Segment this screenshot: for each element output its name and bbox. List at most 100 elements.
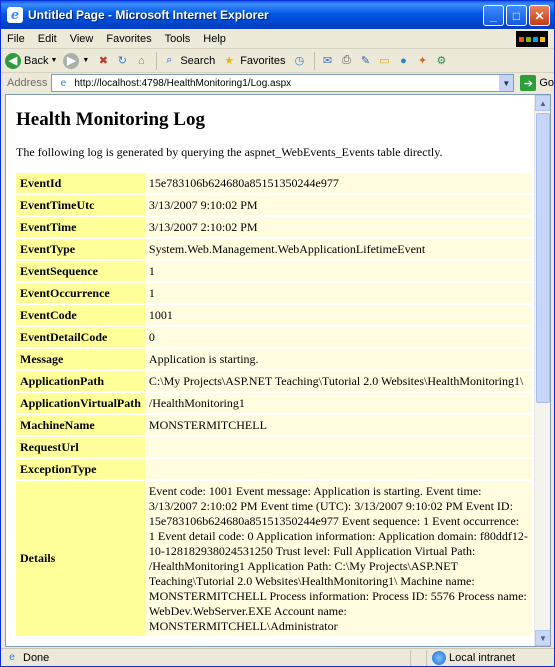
toolbar-separator <box>156 51 158 70</box>
field-value: 1 <box>144 261 532 281</box>
address-url: http://localhost:4798/HealthMonitoring1/… <box>74 77 292 89</box>
address-bar: Address e http://localhost:4798/HealthMo… <box>1 73 554 93</box>
mail-icon[interactable]: ✉ <box>319 53 335 69</box>
go-button[interactable]: ➔ Go <box>520 75 554 91</box>
page-content: Health Monitoring Log The following log … <box>6 95 535 646</box>
field-value <box>144 459 532 479</box>
status-zone: Local intranet <box>427 650 515 665</box>
search-button[interactable]: ⌕ Search <box>161 53 215 69</box>
field-value <box>144 437 532 457</box>
scroll-up-icon[interactable]: ▲ <box>535 95 550 111</box>
star-icon: ★ <box>224 55 235 67</box>
page-viewport[interactable]: Health Monitoring Log The following log … <box>5 94 551 647</box>
field-name: Message <box>16 349 145 369</box>
field-value: C:\My Projects\ASP.NET Teaching\Tutorial… <box>144 371 532 391</box>
forward-button[interactable]: ▶ ▼ <box>63 52 90 69</box>
table-row: ApplicationVirtualPath/HealthMonitoring1 <box>16 393 532 413</box>
print-icon[interactable]: ⎙ <box>338 53 354 69</box>
event-log-table: EventId 15e783106b624680a85151350244e977 … <box>16 171 532 638</box>
go-arrow-icon: ➔ <box>520 75 537 91</box>
history-icon[interactable]: ◷ <box>291 53 307 69</box>
table-row: EventCode 1001 <box>16 305 532 325</box>
menu-bar: File Edit View Favorites Tools Help <box>1 29 554 49</box>
home-icon[interactable]: ⌂ <box>133 53 149 69</box>
search-icon: ⌕ <box>166 54 173 66</box>
field-value: 3/13/2007 9:10:02 PM <box>144 195 532 215</box>
status-bar: e Done Local intranet <box>1 648 554 666</box>
field-name: Details <box>16 481 145 636</box>
menu-help[interactable]: Help <box>203 33 226 45</box>
field-name: ApplicationVirtualPath <box>16 393 145 413</box>
favorites-label: Favorites <box>240 54 286 67</box>
forward-arrow-icon: ▶ <box>63 52 80 69</box>
page-heading: Health Monitoring Log <box>16 109 205 130</box>
standard-toolbar: ◀ Back ▼ ▶ ▼ ✖ ↻ ⌂ ⌕ Search ★ Favorites … <box>1 49 554 73</box>
status-segment <box>411 649 427 666</box>
scroll-thumb[interactable] <box>536 113 550 403</box>
field-name: RequestUrl <box>16 437 145 457</box>
field-name: ExceptionType <box>16 459 145 479</box>
address-label: Address <box>7 77 48 89</box>
field-value: /HealthMonitoring1 <box>144 393 532 413</box>
field-value: 0 <box>144 327 532 347</box>
chevron-down-icon: ▼ <box>50 57 58 64</box>
field-value: 3/13/2007 2:10:02 PM <box>144 217 532 237</box>
ie-logo-icon: e <box>7 7 23 23</box>
go-label: Go <box>539 77 554 89</box>
folder-icon[interactable]: ▭ <box>376 53 392 69</box>
minimize-button[interactable]: _ <box>483 5 504 26</box>
field-name: EventOccurrence <box>16 283 145 303</box>
title-bar[interactable]: e Untitled Page - Microsoft Internet Exp… <box>1 1 554 29</box>
close-button[interactable]: ✕ <box>529 5 550 26</box>
menu-edit[interactable]: Edit <box>38 33 57 45</box>
back-arrow-icon: ◀ <box>5 52 21 69</box>
field-name: EventTimeUtc <box>16 195 145 215</box>
windows-logo-icon <box>516 31 548 47</box>
table-row: MachineName MONSTERMITCHELL <box>16 415 532 435</box>
page-icon: e <box>60 77 67 89</box>
table-row: RequestUrl <box>16 437 532 457</box>
browser-window: e Untitled Page - Microsoft Internet Exp… <box>0 0 555 667</box>
tools-icon[interactable]: ⚙ <box>433 53 449 69</box>
table-row: ApplicationPath C:\My Projects\ASP.NET Te… <box>16 371 532 391</box>
scroll-down-icon[interactable]: ▼ <box>535 630 550 646</box>
table-row: Details Event code: 1001 Event message: A… <box>16 481 532 636</box>
messenger-icon[interactable]: ● <box>395 53 411 69</box>
field-value: 1001 <box>144 305 532 325</box>
table-row: Message Application is starting. <box>16 349 532 369</box>
table-row: EventType System.Web.Management.WebApplic… <box>16 239 532 259</box>
favorites-button[interactable]: ★ Favorites <box>221 53 285 69</box>
menu-tools[interactable]: Tools <box>165 33 191 45</box>
search-label: Search <box>180 54 216 67</box>
field-name: EventCode <box>16 305 145 325</box>
field-name: EventTime <box>16 217 145 237</box>
back-button[interactable]: ◀ Back ▼ <box>5 52 58 69</box>
stop-icon[interactable]: ✖ <box>95 53 111 69</box>
address-input[interactable]: e http://localhost:4798/HealthMonitoring… <box>51 74 515 92</box>
status-left: e Done <box>1 649 411 666</box>
field-name: EventType <box>16 239 145 259</box>
field-value: 15e783106b624680a85151350244e977 <box>144 173 532 193</box>
window-title: Untitled Page - Microsoft Internet Explo… <box>28 8 269 22</box>
research-icon[interactable]: ✦ <box>414 53 430 69</box>
field-value: System.Web.Management.WebApplicationLife… <box>144 239 532 259</box>
menu-favorites[interactable]: Favorites <box>106 33 151 45</box>
menu-view[interactable]: View <box>70 33 94 45</box>
table-row: EventId 15e783106b624680a85151350244e977 <box>16 173 532 193</box>
table-row: EventTimeUtc 3/13/2007 9:10:02 PM <box>16 195 532 215</box>
field-value: Application is starting. <box>144 349 532 369</box>
vertical-scrollbar[interactable]: ▲ ▼ <box>534 95 550 646</box>
refresh-icon[interactable]: ↻ <box>114 53 130 69</box>
address-dropdown-icon[interactable]: ▼ <box>499 75 514 91</box>
field-value: MONSTERMITCHELL <box>144 415 532 435</box>
maximize-button[interactable]: □ <box>506 5 527 26</box>
edit-icon[interactable]: ✎ <box>357 53 373 69</box>
field-name: EventId <box>16 173 145 193</box>
table-row: EventDetailCode 0 <box>16 327 532 347</box>
field-name: ApplicationPath <box>16 371 145 391</box>
window-controls: _ □ ✕ <box>483 5 550 26</box>
menu-file[interactable]: File <box>7 33 25 45</box>
page-done-icon: e <box>9 652 15 663</box>
chevron-down-icon: ▼ <box>82 57 90 64</box>
table-row: ExceptionType <box>16 459 532 479</box>
